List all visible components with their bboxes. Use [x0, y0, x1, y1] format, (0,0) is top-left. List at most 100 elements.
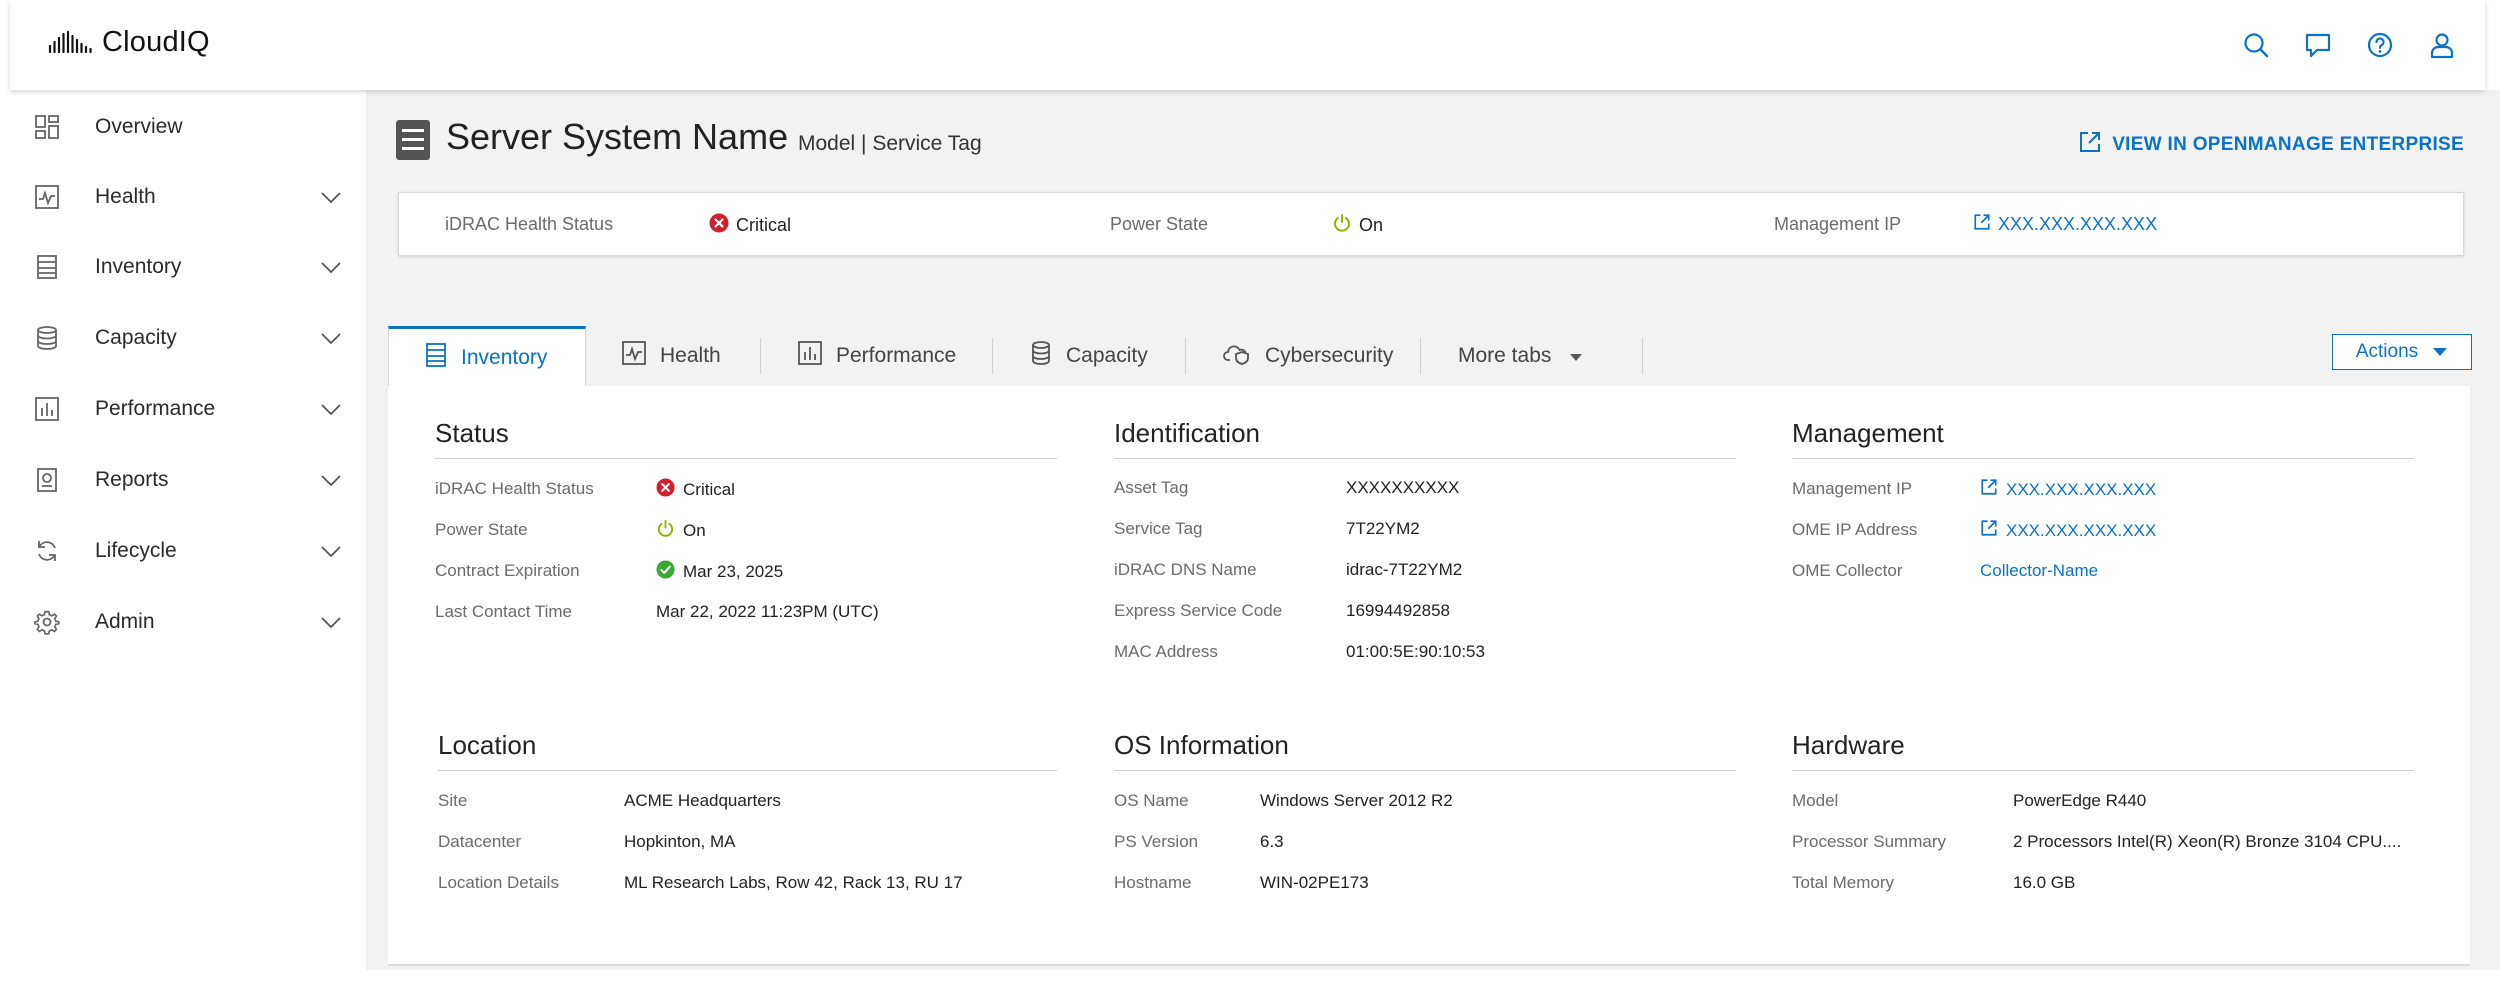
os-information-section-title: OS Information: [1114, 730, 1289, 760]
sidebar-item-capacity[interactable]: Capacity: [0, 309, 366, 369]
report-icon: [34, 467, 60, 493]
tab-label: Inventory: [461, 345, 548, 369]
bar-chart-icon: [34, 396, 60, 422]
health-status-label: iDRAC Health Status: [445, 214, 614, 234]
kv-value-text: Mar 22, 2022 11:23PM (UTC): [656, 602, 879, 621]
app-name: CloudIQ: [102, 26, 210, 58]
health-status-value: Critical: [709, 213, 791, 238]
kv-label: Contract Expiration: [435, 561, 580, 580]
external-link-icon: [1980, 519, 1998, 542]
bar-chart-icon: [798, 341, 822, 371]
check-circle-icon: [656, 560, 675, 584]
kv-value: ML Research Labs, Row 42, Rack 13, RU 17: [624, 873, 963, 892]
sidebar-item-overview[interactable]: Overview: [0, 98, 366, 158]
sidebar-item-performance[interactable]: Performance: [0, 380, 366, 440]
tab-performance[interactable]: Performance: [762, 326, 987, 386]
search-icon[interactable]: [2241, 30, 2271, 60]
database-icon: [1030, 341, 1052, 371]
hardware-section-title: Hardware: [1792, 730, 1905, 760]
kv-label: Processor Summary: [1792, 832, 1946, 851]
sidebar-item-label: Admin: [95, 610, 155, 633]
power-state-value: On: [1332, 213, 1383, 238]
tab-more-tabs[interactable]: More tabs: [1422, 326, 1640, 386]
management-ip-text: XXX.XXX.XXX.XXX: [1998, 214, 2158, 234]
kv-value: Critical: [656, 478, 735, 502]
chat-icon[interactable]: [2303, 30, 2333, 60]
page-subtitle: Model | Service Tag: [798, 132, 982, 155]
chevron-down-icon[interactable]: [318, 538, 344, 564]
tab-cybersecurity[interactable]: Cybersecurity: [1187, 326, 1413, 386]
grid-icon: [34, 114, 60, 140]
status-section-title: Status: [435, 418, 509, 448]
kv-label: iDRAC Health Status: [435, 479, 594, 498]
tab-capacity[interactable]: Capacity: [994, 326, 1176, 386]
view-in-openmanage-link[interactable]: VIEW IN OPENMANAGE ENTERPRISE: [2078, 130, 2464, 160]
kv-label: Management IP: [1792, 479, 1913, 498]
sidebar-item-label: Reports: [95, 468, 169, 491]
user-icon[interactable]: [2427, 30, 2457, 60]
chevron-down-icon[interactable]: [318, 254, 344, 280]
kv-value-text: XXX.XXX.XXX.XXX: [2006, 479, 2157, 499]
kv-value: 16994492858: [1346, 601, 1451, 620]
caret-down-icon: [2432, 341, 2448, 363]
tab-label: Capacity: [1066, 344, 1148, 367]
server-icon: [396, 120, 430, 160]
kv-label: Power State: [435, 520, 528, 539]
sidebar-item-health[interactable]: Health: [0, 168, 366, 228]
critical-icon: [656, 478, 675, 502]
kv-value-text: Critical: [683, 480, 735, 499]
tab-divider: [1642, 338, 1643, 374]
chevron-down-icon[interactable]: [318, 396, 344, 422]
management-ip-link[interactable]: XXX.XXX.XXX.XXX: [1980, 478, 2156, 501]
tab-inventory[interactable]: Inventory: [388, 326, 586, 386]
app-logo[interactable]: CloudIQ: [48, 26, 210, 59]
chevron-down-icon[interactable]: [318, 467, 344, 493]
sidebar-item-label: Capacity: [95, 326, 177, 349]
tab-label: Performance: [836, 344, 957, 367]
chevron-down-icon[interactable]: [318, 184, 344, 210]
health-icon: [622, 341, 646, 371]
kv-value: XXXXXXXXXX: [1346, 478, 1460, 497]
inventory-icon: [425, 342, 447, 373]
tab-health[interactable]: Health: [586, 326, 760, 386]
sidebar-item-inventory[interactable]: Inventory: [0, 238, 366, 298]
kv-value: Mar 23, 2025: [656, 560, 783, 584]
section-divider: [438, 770, 1057, 771]
management-ip-link[interactable]: XXX.XXX.XXX.XXX: [1973, 213, 2157, 236]
tab-divider: [760, 338, 761, 374]
tab-label: Cybersecurity: [1265, 344, 1394, 367]
kv-label: Last Contact Time: [435, 602, 573, 621]
chevron-down-icon[interactable]: [318, 609, 344, 635]
actions-button[interactable]: Actions: [2332, 334, 2472, 370]
inventory-icon: [34, 254, 60, 280]
power-state-label: Power State: [1110, 214, 1209, 234]
help-icon[interactable]: [2365, 30, 2395, 60]
sidebar-item-label: Lifecycle: [95, 539, 177, 562]
chevron-down-icon[interactable]: [318, 325, 344, 351]
page-title: Server System Name: [446, 116, 789, 157]
kv-value: Mar 22, 2022 11:23PM (UTC): [656, 602, 879, 622]
kv-value: WIN-02PE173: [1260, 873, 1369, 892]
ome-collector-link[interactable]: Collector-Name: [1980, 561, 2098, 581]
kv-label: OME Collector: [1792, 561, 1903, 580]
caret-down-icon: [1569, 344, 1583, 368]
power-icon: [1332, 213, 1352, 238]
kv-label: OME IP Address: [1792, 520, 1918, 539]
database-icon: [34, 325, 60, 351]
cloudiq-logo-icon: [48, 30, 94, 56]
kv-label: Hostname: [1114, 873, 1192, 892]
ome-ip-link[interactable]: XXX.XXX.XXX.XXX: [1980, 519, 2156, 542]
kv-value: 16.0 GB: [2013, 873, 2076, 892]
kv-label: OS Name: [1114, 791, 1189, 810]
kv-label: Asset Tag: [1114, 478, 1189, 497]
sidebar-item-reports[interactable]: Reports: [0, 451, 366, 511]
sidebar-item-admin[interactable]: Admin: [0, 593, 366, 653]
tab-divider: [1185, 338, 1186, 374]
tab-label: Health: [660, 344, 721, 367]
refresh-icon: [34, 538, 60, 564]
main-content: Server System Name Model | Service Tag V…: [366, 90, 2500, 970]
section-divider: [1792, 770, 2414, 771]
kv-label: Location Details: [438, 873, 559, 892]
sidebar-item-lifecycle[interactable]: Lifecycle: [0, 522, 366, 582]
tab-bar: Inventory Health Performance Capacity Cy…: [388, 326, 2472, 386]
